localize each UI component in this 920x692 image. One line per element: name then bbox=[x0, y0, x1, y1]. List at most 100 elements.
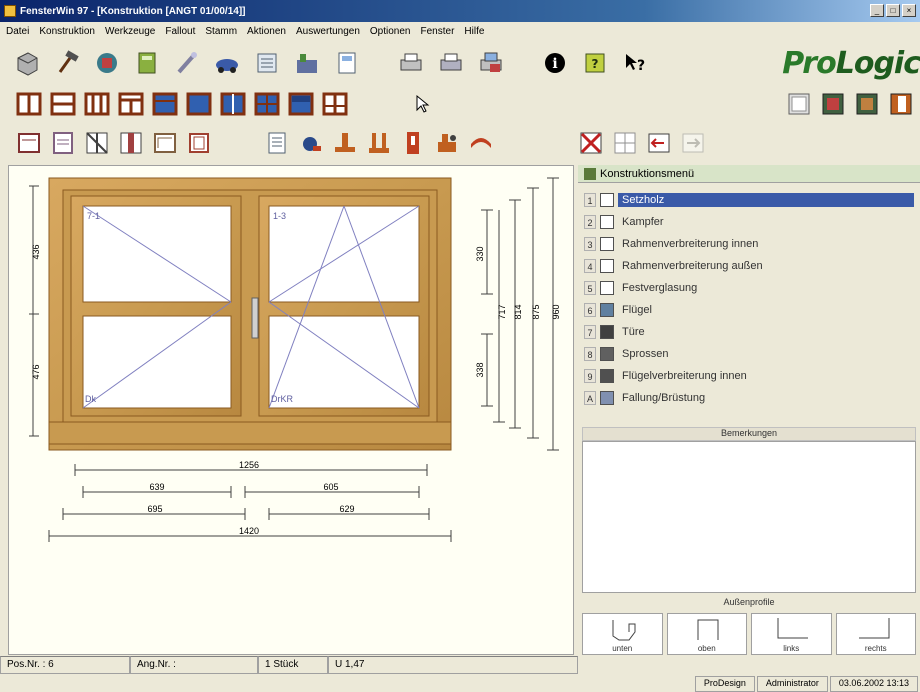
window-top-light-icon[interactable] bbox=[116, 89, 146, 119]
item-number: 3 bbox=[584, 237, 596, 251]
menu-bar: Datei Konstruktion Werkzeuge Fallout Sta… bbox=[0, 22, 920, 40]
close-button[interactable]: × bbox=[902, 4, 916, 17]
minimize-button[interactable]: _ bbox=[870, 4, 884, 17]
section-icon[interactable] bbox=[82, 128, 112, 158]
mouse-pointer-icon bbox=[408, 89, 438, 119]
item-label: Setzholz bbox=[618, 193, 914, 207]
dim-bottom-639: 639 bbox=[149, 482, 164, 492]
menu-item-fluegel[interactable]: 6 Flügel bbox=[584, 299, 920, 321]
item-number: 2 bbox=[584, 215, 596, 229]
car-icon[interactable] bbox=[212, 48, 242, 78]
window-transom-icon[interactable] bbox=[48, 89, 78, 119]
help-book-icon[interactable]: ? bbox=[580, 48, 610, 78]
item-label: Türe bbox=[622, 326, 645, 338]
construction-menu-list: 1 Setzholz 2 Kampfer 3 Rahmenverbreiterung … bbox=[578, 183, 920, 409]
window-view-1-icon[interactable] bbox=[784, 89, 814, 119]
info-icon[interactable]: i bbox=[540, 48, 570, 78]
drawing-canvas[interactable]: 7-1 1-3 Dk DrKR 436 476 330 338 717 814 … bbox=[8, 165, 574, 655]
item-label: Flügel bbox=[622, 304, 652, 316]
print-setup-icon[interactable] bbox=[476, 48, 506, 78]
window-blue-5-icon[interactable] bbox=[286, 89, 316, 119]
window-blue-2-icon[interactable] bbox=[184, 89, 214, 119]
construction-panel: Konstruktionsmenü 1 Setzholz 2 Kampfer 3 Ra… bbox=[578, 165, 920, 655]
window-3-part-icon[interactable] bbox=[82, 89, 112, 119]
fixed-glass-icon bbox=[600, 281, 614, 295]
menu-auswertungen[interactable]: Auswertungen bbox=[296, 26, 360, 37]
sill-icon[interactable] bbox=[330, 128, 360, 158]
menu-konstruktion[interactable]: Konstruktion bbox=[39, 26, 95, 37]
window-view-3-icon[interactable] bbox=[852, 89, 882, 119]
panel-fill-icon bbox=[600, 391, 614, 405]
sash-icon bbox=[600, 303, 614, 317]
window-2-sash-icon[interactable] bbox=[14, 89, 44, 119]
menu-aktionen[interactable]: Aktionen bbox=[247, 26, 286, 37]
calculator-icon[interactable] bbox=[132, 48, 162, 78]
remarks-textarea[interactable] bbox=[582, 441, 916, 593]
window-door-icon[interactable] bbox=[320, 89, 350, 119]
item-label: Fallung/Brüstung bbox=[622, 392, 706, 404]
brush-icon[interactable] bbox=[172, 48, 202, 78]
menu-stamm[interactable]: Stamm bbox=[205, 26, 237, 37]
fitting-icon[interactable] bbox=[296, 128, 326, 158]
item-number: 7 bbox=[584, 325, 596, 339]
menu-item-sprossen[interactable]: 8 Sprossen bbox=[584, 343, 920, 365]
door-view-icon[interactable] bbox=[886, 89, 916, 119]
cube-icon[interactable] bbox=[12, 48, 42, 78]
redo-icon[interactable] bbox=[678, 128, 708, 158]
window-blue-1-icon[interactable] bbox=[150, 89, 180, 119]
menu-item-kampfer[interactable]: 2 Kampfer bbox=[584, 211, 920, 233]
dim-right-960: 960 bbox=[551, 304, 561, 319]
list-icon[interactable] bbox=[252, 48, 282, 78]
frame-detail-icon[interactable] bbox=[14, 128, 44, 158]
sash-label-bottom-right: DrKR bbox=[271, 394, 293, 404]
profile-left[interactable]: links bbox=[751, 613, 832, 655]
status-row-main: Pos.Nr. : 6 Ang.Nr. : 1 Stück U 1,47 bbox=[0, 656, 578, 674]
hammer-icon[interactable] bbox=[52, 48, 82, 78]
menu-item-festverglasung[interactable]: 5 Festverglasung bbox=[584, 277, 920, 299]
menu-hilfe[interactable]: Hilfe bbox=[464, 26, 484, 37]
window-blue-3-icon[interactable] bbox=[218, 89, 248, 119]
prologic-logo: ProLogic bbox=[782, 46, 920, 81]
whats-this-icon[interactable]: ? bbox=[620, 48, 650, 78]
menu-item-fluegelverbreiterung[interactable]: 9 Flügelverbreiterung innen bbox=[584, 365, 920, 387]
menu-item-fallung[interactable]: A Fallung/Brüstung bbox=[584, 387, 920, 409]
window-view-2-icon[interactable] bbox=[818, 89, 848, 119]
menu-fenster[interactable]: Fenster bbox=[421, 26, 455, 37]
window-blue-4-icon[interactable] bbox=[252, 89, 282, 119]
print-preview-icon[interactable] bbox=[436, 48, 466, 78]
menu-item-setzholz[interactable]: 1 Setzholz bbox=[584, 189, 920, 211]
menu-item-tuere[interactable]: 7 Türe bbox=[584, 321, 920, 343]
undo-icon[interactable] bbox=[644, 128, 674, 158]
arch-icon[interactable] bbox=[466, 128, 496, 158]
menu-datei[interactable]: Datei bbox=[6, 26, 29, 37]
status-ang-number: Ang.Nr. : bbox=[130, 656, 258, 674]
sash-label-bottom-left: Dk bbox=[85, 394, 96, 404]
factory-icon[interactable] bbox=[292, 48, 322, 78]
delete-construction-icon[interactable] bbox=[576, 128, 606, 158]
item-number: 9 bbox=[584, 369, 596, 383]
construction-menu-icon bbox=[584, 167, 596, 180]
menu-item-rahmen-aussen[interactable]: 4 Rahmenverbreiterung außen bbox=[584, 255, 920, 277]
profile-top[interactable]: oben bbox=[666, 613, 747, 655]
grid-icon[interactable] bbox=[610, 128, 640, 158]
door-frame-icon[interactable] bbox=[398, 128, 428, 158]
notes-icon[interactable] bbox=[262, 128, 292, 158]
document-icon[interactable] bbox=[332, 48, 362, 78]
corner-icon[interactable] bbox=[150, 128, 180, 158]
threshold-icon[interactable] bbox=[364, 128, 394, 158]
print-icon[interactable] bbox=[396, 48, 426, 78]
profile-right[interactable]: rechts bbox=[835, 613, 916, 655]
menu-fallout[interactable]: Fallout bbox=[165, 26, 195, 37]
panel-icon[interactable] bbox=[184, 128, 214, 158]
item-number: 1 bbox=[584, 193, 596, 207]
roof-icon[interactable] bbox=[432, 128, 462, 158]
menu-item-rahmen-innen[interactable]: 3 Rahmenverbreiterung innen bbox=[584, 233, 920, 255]
dim-bottom-1420: 1420 bbox=[239, 526, 259, 536]
sash-detail-icon[interactable] bbox=[48, 128, 78, 158]
profile-bottom[interactable]: unten bbox=[582, 613, 663, 655]
profile-icon[interactable] bbox=[116, 128, 146, 158]
menu-werkzeuge[interactable]: Werkzeuge bbox=[105, 26, 155, 37]
menu-optionen[interactable]: Optionen bbox=[370, 26, 411, 37]
maximize-button[interactable]: □ bbox=[886, 4, 900, 17]
materials-icon[interactable] bbox=[92, 48, 122, 78]
